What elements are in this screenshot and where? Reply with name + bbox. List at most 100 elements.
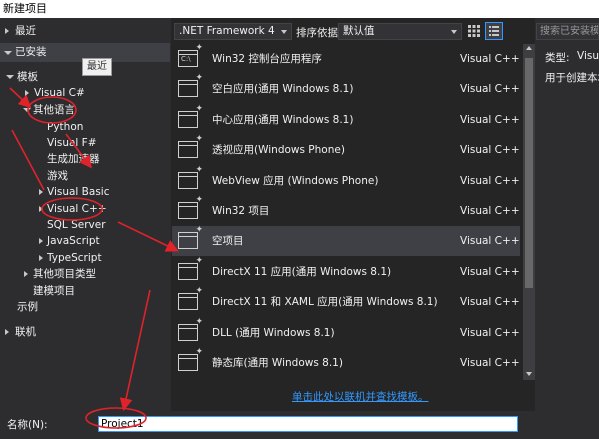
template-row[interactable]: ✦ 空白应用(通用 Windows 8.1) Visual C++ [172, 74, 520, 104]
template-language: Visual C++ [460, 83, 520, 96]
win32-project-icon: ✦ [178, 196, 203, 219]
collapse-arrow-icon[interactable] [23, 108, 31, 112]
sparkle-icon: ✦ [195, 134, 203, 145]
expand-arrow-icon[interactable] [39, 255, 43, 261]
template-row[interactable]: ✦ Win32 项目 Visual C++ [172, 196, 520, 226]
type-value: Visual [577, 50, 599, 62]
tree-item-label: 建模项目 [33, 285, 75, 297]
sparkle-icon: ✦ [195, 225, 203, 236]
tree-item-label: 已安装 [15, 46, 47, 58]
expand-arrow-icon[interactable] [5, 28, 9, 34]
grid-view-icon[interactable] [467, 24, 481, 38]
tree-item-label: Visual Basic [47, 186, 110, 198]
dll-icon: ✦ [178, 317, 203, 341]
tree-item-label: 游戏 [47, 170, 68, 182]
template-language: Visual C++ [460, 296, 520, 309]
tree-item-label: 联机 [15, 326, 36, 338]
template-language: Visual C++ [460, 113, 520, 126]
template-row[interactable]: ✦ 透视应用(Windows Phone) Visual C++ [172, 135, 520, 165]
scroll-up-icon[interactable] [526, 46, 532, 50]
sparkle-icon: ✦ [195, 103, 203, 114]
template-row[interactable]: ✦ DirectX 11 应用(通用 Windows 8.1) Visual C++ [172, 256, 520, 287]
blank-app-icon: ✦ [178, 74, 203, 98]
template-row[interactable]: ✦ 静态库(通用 Windows 8.1) Visual C++ [172, 348, 520, 378]
template-row[interactable]: ✦ 中心应用(通用 Windows 8.1) Visual C++ [172, 104, 520, 135]
template-name: 透视应用(Windows Phone) [212, 144, 345, 157]
tree-item-label: Python [47, 121, 84, 133]
sort-value: 默认值 [343, 25, 375, 37]
type-label: 类型: [545, 52, 570, 64]
template-language: Visual C++ [460, 53, 520, 65]
expand-arrow-icon[interactable] [5, 329, 9, 335]
template-row[interactable]: ✦ DLL (通用 Windows 8.1) Visual C++ [172, 317, 520, 348]
template-language: Visual C++ [460, 144, 520, 157]
sparkle-icon: ✦ [195, 347, 203, 357]
template-row[interactable]: ✦ C:\ Win32 控制台应用程序 Visual C++ [172, 44, 520, 74]
template-name: 空项目 [212, 235, 244, 248]
template-language: Visual C++ [460, 174, 520, 187]
tree-item-label: Visual C# [34, 87, 85, 99]
chevron-down-icon [281, 30, 287, 34]
sparkle-icon: ✦ [195, 164, 203, 175]
template-language: Visual C++ [460, 205, 520, 217]
pivot-app-icon: ✦ [178, 135, 203, 159]
template-language: Visual C++ [460, 265, 520, 278]
sparkle-icon: ✦ [195, 255, 203, 266]
framework-value: .NET Framework 4 [179, 25, 275, 37]
webview-app-icon: ✦ [178, 165, 203, 189]
tree-item-label: 其他项目类型 [33, 268, 96, 280]
tree-item-label: TypeScript [47, 252, 102, 264]
list-view-icon[interactable] [485, 22, 503, 40]
template-row[interactable]: ✦ WebView 应用 (Windows Phone) Visual C++ [172, 165, 520, 196]
search-input[interactable]: 搜索已安装模板 [536, 23, 599, 40]
tree-item-label: 最近 [15, 25, 36, 37]
template-name: 中心应用(通用 Windows 8.1) [212, 113, 354, 126]
expand-arrow-icon[interactable] [39, 206, 43, 212]
tree-item-label: 其他语言 [33, 104, 75, 116]
template-language: Visual C++ [460, 357, 520, 369]
template-name: Win32 项目 [212, 205, 270, 217]
sparkle-icon: ✦ [195, 73, 203, 84]
tooltip: 最近 [82, 58, 112, 76]
template-description: 用于创建本地 [545, 72, 599, 84]
sort-label: 排序依据: [296, 27, 342, 39]
chevron-down-icon [451, 30, 457, 34]
tree-item-label: JavaScript [47, 235, 100, 247]
static-lib-icon: ✦ [178, 348, 203, 371]
template-name: DirectX 11 和 XAML 应用(通用 Windows 8.1) [212, 296, 438, 309]
expand-arrow-icon[interactable] [39, 189, 43, 195]
template-name: 空白应用(通用 Windows 8.1) [212, 83, 354, 96]
tree-item-label: Visual F# [47, 137, 97, 149]
directx-xaml-app-icon: ✦ [178, 287, 203, 311]
tree-item-label: SQL Server [47, 219, 106, 231]
template-row[interactable]: ✦ 空项目 Visual C++ [172, 226, 520, 257]
expand-arrow-icon[interactable] [25, 90, 29, 96]
collapse-arrow-icon[interactable] [4, 51, 12, 55]
window-title: 新建项目 [0, 0, 599, 18]
collapse-arrow-icon[interactable] [6, 75, 14, 79]
template-language: Visual C++ [460, 235, 520, 248]
sparkle-icon: ✦ [195, 316, 203, 327]
template-row[interactable]: ✦ DirectX 11 和 XAML 应用(通用 Windows 8.1) Vis… [172, 287, 520, 317]
template-language: Visual C++ [460, 326, 520, 339]
empty-project-icon: ✦ [178, 226, 203, 250]
directx-app-icon: ✦ [178, 256, 203, 280]
template-list: ✦ C:\ Win32 控制台应用程序 Visual C++ ✦ 空白应用(通用 Wind… [172, 44, 520, 380]
expand-arrow-icon[interactable] [24, 271, 28, 277]
template-name: 静态库(通用 Windows 8.1) [212, 357, 343, 369]
scroll-down-icon[interactable] [526, 372, 532, 376]
hub-app-icon: ✦ [178, 104, 203, 128]
sort-dropdown[interactable]: 默认值 [338, 23, 462, 40]
sparkle-icon: ✦ [195, 286, 203, 297]
expand-arrow-icon[interactable] [39, 238, 43, 244]
tree-item-label: Visual C++ [47, 203, 107, 215]
template-name: DirectX 11 应用(通用 Windows 8.1) [212, 265, 392, 278]
framework-dropdown[interactable]: .NET Framework 4 [174, 23, 292, 40]
template-name: DLL (通用 Windows 8.1) [212, 326, 335, 339]
tree-item-label: 示例 [17, 301, 38, 313]
online-templates-link[interactable]: 单击此处以联机并查找模板。 [292, 389, 429, 404]
tree-item-label: 模板 [17, 71, 38, 83]
scrollbar-thumb[interactable] [525, 58, 533, 288]
project-name-input[interactable]: Project1 [98, 416, 518, 432]
name-label: 名称(N): [7, 419, 48, 431]
